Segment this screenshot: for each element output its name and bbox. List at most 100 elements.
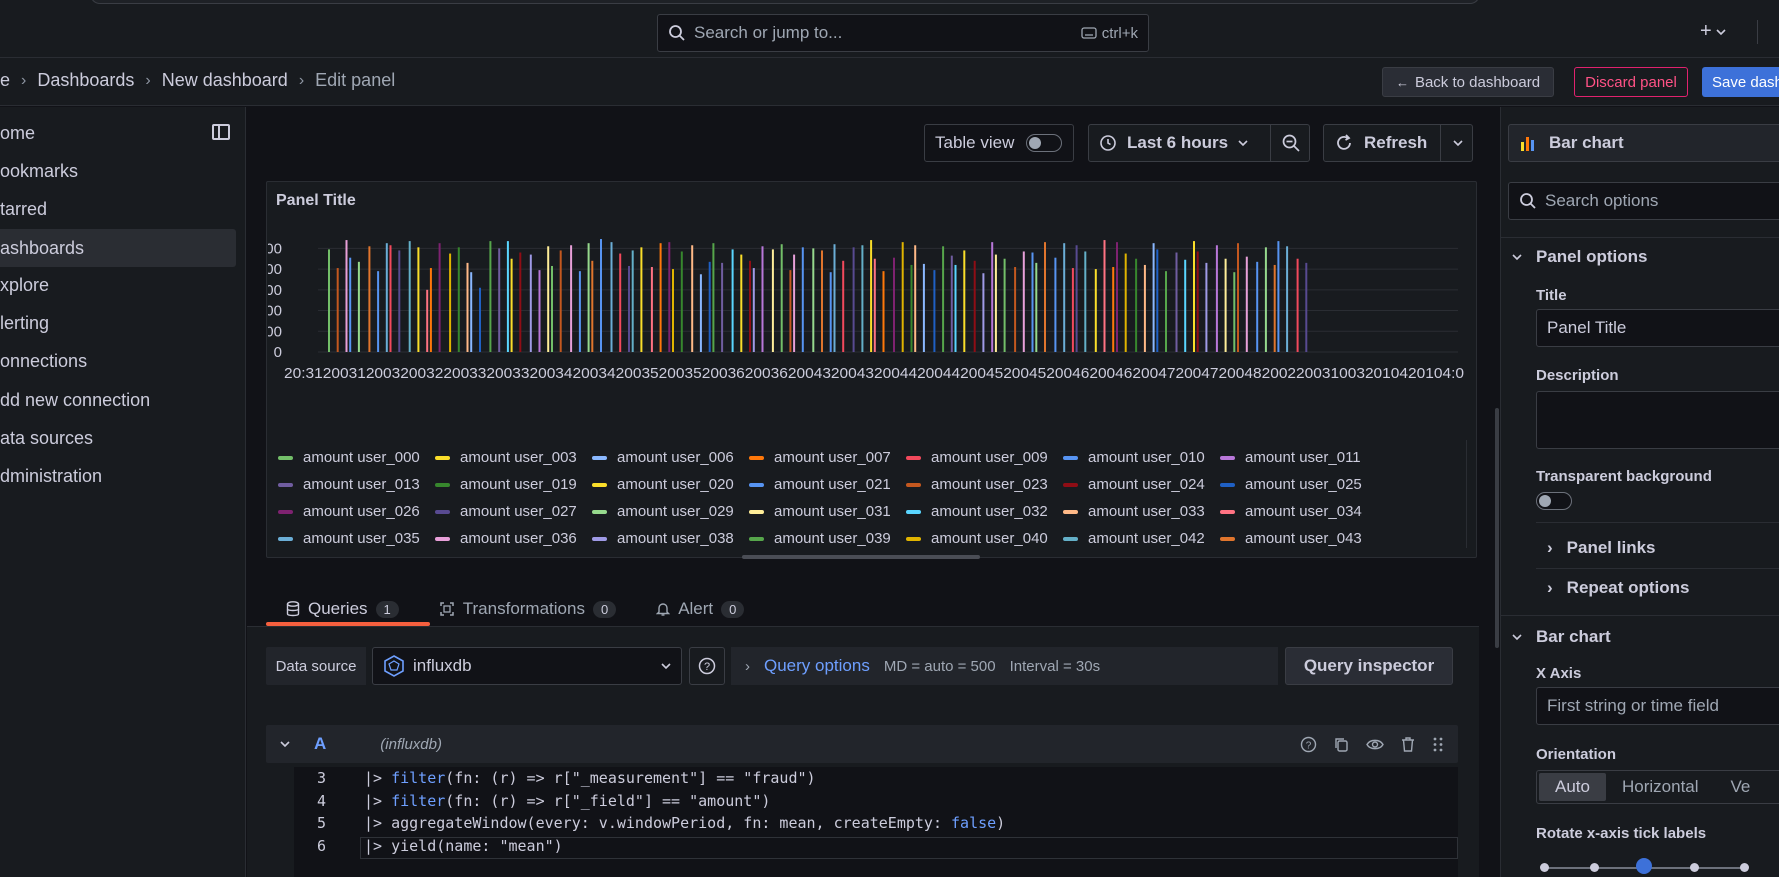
- bar[interactable]: [1277, 241, 1280, 352]
- bar[interactable]: [1071, 268, 1074, 352]
- section-panel-options[interactable]: Panel options: [1512, 247, 1647, 267]
- bar[interactable]: [771, 249, 774, 352]
- bar[interactable]: [328, 249, 330, 352]
- bar[interactable]: [570, 245, 573, 352]
- bar[interactable]: [578, 271, 581, 352]
- bar[interactable]: [833, 244, 836, 352]
- bar[interactable]: [752, 268, 755, 352]
- legend-item[interactable]: amount user_043: [1220, 530, 1377, 547]
- section-repeat-options[interactable]: › Repeat options: [1547, 578, 1689, 598]
- sidebar-item-explore[interactable]: xplore: [0, 266, 236, 304]
- data-source-select[interactable]: influxdb: [372, 647, 682, 685]
- sidebar-item-administration[interactable]: dministration: [0, 457, 236, 495]
- bar[interactable]: [1143, 264, 1146, 352]
- bar[interactable]: [631, 250, 634, 352]
- bar[interactable]: [368, 246, 371, 352]
- bar[interactable]: [510, 258, 513, 352]
- bar[interactable]: [1112, 267, 1115, 352]
- orientation-horizontal[interactable]: Horizontal: [1606, 773, 1715, 801]
- bar[interactable]: [640, 247, 643, 352]
- bar[interactable]: [1215, 245, 1218, 352]
- bar[interactable]: [389, 245, 392, 352]
- bar[interactable]: [336, 268, 339, 352]
- tab-transformations[interactable]: Transformations 0: [419, 592, 636, 626]
- query-row-header[interactable]: A (influxdb) ?: [266, 725, 1458, 763]
- tab-queries[interactable]: Queries 1: [266, 592, 419, 626]
- bar[interactable]: [619, 253, 622, 352]
- bar[interactable]: [449, 253, 452, 352]
- bar[interactable]: [1184, 259, 1187, 352]
- bar[interactable]: [812, 248, 815, 352]
- legend-item[interactable]: amount user_019: [435, 476, 592, 493]
- bar[interactable]: [1286, 246, 1289, 352]
- bar[interactable]: [457, 247, 460, 352]
- bar[interactable]: [893, 257, 895, 352]
- bar[interactable]: [529, 254, 532, 352]
- bar[interactable]: [1165, 271, 1167, 352]
- bar[interactable]: [942, 246, 945, 352]
- bar[interactable]: [1014, 267, 1017, 352]
- bar[interactable]: [591, 260, 594, 352]
- bar[interactable]: [1152, 243, 1155, 352]
- bar[interactable]: [628, 265, 630, 352]
- legend-item[interactable]: amount user_039: [749, 530, 906, 547]
- bar[interactable]: [1193, 241, 1195, 352]
- bar[interactable]: [587, 243, 590, 352]
- bar[interactable]: [1094, 269, 1097, 352]
- table-view-toggle[interactable]: Table view: [924, 124, 1074, 162]
- bar[interactable]: [489, 241, 492, 352]
- legend-item[interactable]: amount user_000: [278, 449, 435, 466]
- bar[interactable]: [559, 250, 562, 352]
- bar[interactable]: [1084, 251, 1087, 352]
- legend-item[interactable]: amount user_031: [749, 503, 906, 520]
- bar[interactable]: [901, 242, 904, 352]
- bar[interactable]: [668, 242, 671, 352]
- bar[interactable]: [873, 258, 876, 352]
- bar[interactable]: [1063, 243, 1066, 352]
- legend-item[interactable]: amount user_026: [278, 503, 435, 520]
- bar[interactable]: [519, 252, 522, 352]
- bar[interactable]: [680, 251, 683, 352]
- bar[interactable]: [1264, 247, 1267, 352]
- bar[interactable]: [1103, 240, 1106, 352]
- bar[interactable]: [357, 261, 360, 352]
- bar[interactable]: [547, 246, 550, 352]
- bar[interactable]: [914, 245, 917, 352]
- bar[interactable]: [538, 270, 541, 352]
- legend-item[interactable]: amount user_013: [278, 476, 435, 493]
- orientation-auto[interactable]: Auto: [1539, 773, 1606, 801]
- legend-item[interactable]: amount user_023: [906, 476, 1063, 493]
- x-axis-select[interactable]: First string or time field: [1536, 687, 1779, 725]
- bar[interactable]: [801, 247, 804, 352]
- legend-scrollbar[interactable]: [742, 555, 980, 559]
- bar[interactable]: [1003, 258, 1006, 352]
- bar[interactable]: [852, 247, 855, 352]
- bar[interactable]: [829, 272, 832, 352]
- trash-icon[interactable]: [1400, 736, 1416, 753]
- sidebar-item-dashboards[interactable]: ashboards: [0, 229, 236, 267]
- eye-icon[interactable]: [1366, 736, 1384, 753]
- bar[interactable]: [506, 241, 509, 352]
- save-dashboard-button[interactable]: Save dash: [1702, 67, 1779, 97]
- bar[interactable]: [842, 260, 845, 352]
- bar[interactable]: [408, 241, 411, 352]
- bar[interactable]: [761, 246, 764, 352]
- bar[interactable]: [659, 243, 662, 352]
- orientation-vertical[interactable]: Ve: [1715, 773, 1767, 801]
- bar[interactable]: [699, 274, 702, 352]
- section-panel-links[interactable]: › Panel links: [1547, 538, 1656, 558]
- breadcrumb-home[interactable]: e: [0, 70, 10, 91]
- bar[interactable]: [922, 263, 925, 352]
- bar[interactable]: [551, 265, 553, 352]
- bar[interactable]: [821, 250, 823, 352]
- legend-item[interactable]: amount user_038: [592, 530, 749, 547]
- description-input[interactable]: [1536, 391, 1779, 449]
- bar[interactable]: [1135, 258, 1138, 352]
- legend-item[interactable]: amount user_036: [435, 530, 592, 547]
- sidebar-item-data-sources[interactable]: ata sources: [0, 419, 236, 457]
- bar[interactable]: [1116, 242, 1118, 352]
- bar[interactable]: [882, 271, 885, 352]
- bar[interactable]: [345, 240, 348, 352]
- transparent-switch[interactable]: [1536, 492, 1572, 510]
- bar[interactable]: [740, 254, 743, 352]
